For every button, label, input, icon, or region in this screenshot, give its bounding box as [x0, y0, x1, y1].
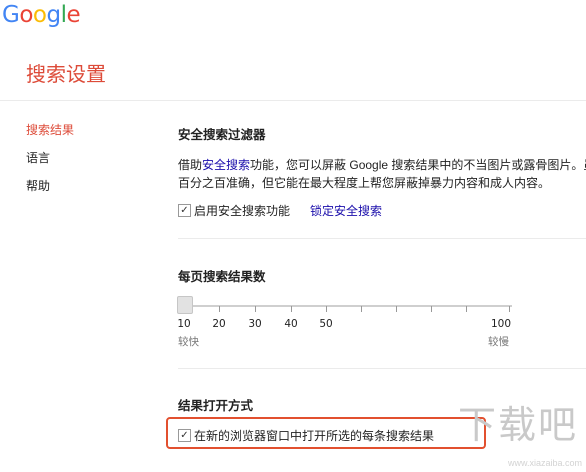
sidebar-item-search-results[interactable]: 搜索结果 [26, 122, 74, 150]
watermark-url: www.xiazaiba.com [507, 458, 582, 468]
tick-label-40: 40 [284, 318, 298, 330]
tick-label-10: 10 [177, 318, 191, 330]
results-slider-track[interactable] [182, 305, 512, 307]
safe-search-description: 借助安全搜索功能，您可以屏蔽 Google 搜索结果中的不当图片或露骨图片。虽 … [178, 156, 586, 192]
lock-safe-search-link[interactable]: 锁定安全搜索 [310, 202, 382, 219]
sidebar-item-help[interactable]: 帮助 [26, 178, 74, 206]
sidebar-item-language[interactable]: 语言 [26, 150, 74, 178]
safe-search-checkbox-label[interactable]: 启用安全搜索功能 [194, 202, 290, 219]
safe-search-link[interactable]: 安全搜索 [202, 158, 250, 172]
header-divider [0, 100, 586, 101]
slider-tick [466, 306, 467, 312]
slider-tick [361, 306, 362, 312]
tick-label-30: 30 [248, 318, 262, 330]
logo-letter: e [66, 2, 81, 28]
logo-letter: g [46, 2, 61, 28]
slider-tick [291, 306, 292, 312]
tick-label-100: 100 [490, 318, 512, 330]
section-divider [178, 238, 586, 239]
faster-label: 较快 [178, 336, 199, 348]
check-icon: ✓ [180, 204, 189, 216]
slider-tick [219, 306, 220, 312]
logo-letter: G [2, 2, 20, 28]
desc-prefix: 借助 [178, 158, 203, 172]
section-divider [178, 368, 586, 369]
slower-label: 较慢 [488, 336, 509, 348]
logo-letter: o [32, 2, 47, 28]
slider-tick [326, 306, 327, 312]
google-logo: Google [2, 2, 81, 28]
slider-tick [255, 306, 256, 312]
sidebar: 搜索结果 语言 帮助 [26, 122, 74, 206]
page-title: 搜索设置 [26, 64, 106, 86]
tick-label-50: 50 [319, 318, 333, 330]
results-slider-thumb[interactable] [177, 296, 193, 314]
watermark-text: 下载吧 [458, 403, 579, 447]
slider-tick [509, 306, 510, 312]
tick-label-20: 20 [212, 318, 226, 330]
highlight-box [166, 417, 486, 449]
desc-suffix: 功能，您可以屏蔽 Google 搜索结果中的不当图片或露骨图片。虽 [250, 158, 586, 172]
safe-search-row: ✓ 启用安全搜索功能 锁定安全搜索 [178, 202, 382, 219]
slider-tick [431, 306, 432, 312]
open-results-title: 结果打开方式 [178, 399, 254, 413]
logo-letter: o [19, 2, 33, 28]
desc-line2: 百分之百准确，但它能在最大程度上帮您屏蔽掉暴力内容和成人内容。 [178, 176, 551, 190]
safe-search-title: 安全搜索过滤器 [178, 128, 266, 142]
slider-tick [396, 306, 397, 312]
safe-search-checkbox[interactable]: ✓ [178, 204, 191, 217]
watermark: 下载吧 www.xiazaiba.com [458, 402, 584, 470]
results-per-page-title: 每页搜索结果数 [178, 270, 266, 284]
